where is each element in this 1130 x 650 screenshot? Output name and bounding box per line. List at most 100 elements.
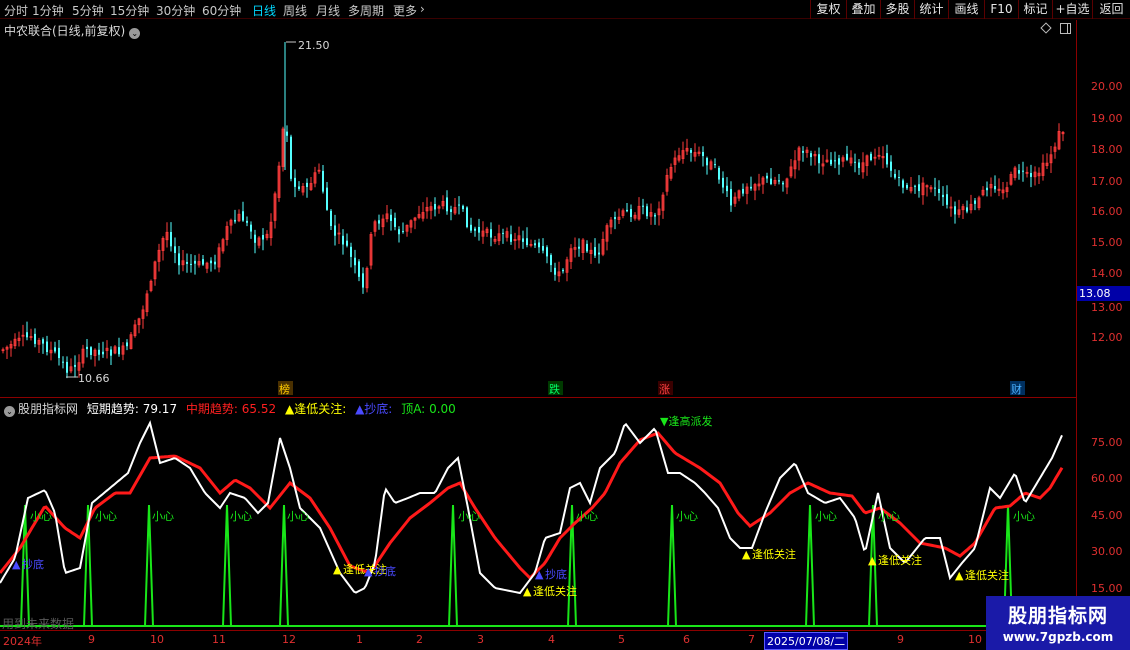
low-focus-marker: ▲ [333, 563, 342, 576]
indicator-legend: ⌄ 股朋指标网 短期趋势: 79.17 中期趋势: 65.52 ▲逢低关注: ▲抄… [4, 400, 461, 417]
bottom-label: ▲抄底: [355, 402, 393, 416]
overlay-button[interactable]: 叠加 [846, 0, 880, 19]
date-tick: 1 [356, 633, 363, 646]
stats-button[interactable]: 统计 [914, 0, 948, 19]
low-focus-signal-label: 逢低关注 [965, 568, 1009, 582]
price-axis: 20.00 19.00 18.00 17.00 16.00 15.00 14.0… [1076, 20, 1130, 630]
price-tick: 16.00 [1091, 205, 1123, 218]
date-tick: 7 [748, 633, 755, 646]
period-tab-weekly[interactable]: 周线 [283, 2, 307, 19]
multi-stock-button[interactable]: 多股 [880, 0, 914, 19]
chevron-down-icon[interactable]: ⌄ [4, 406, 15, 417]
low-focus-label: ▲逢低关注: [284, 402, 347, 416]
date-tick: 2 [416, 633, 423, 646]
candlestick-chart[interactable]: 21.50 10.66 榜 跌 涨 财 [0, 20, 1076, 396]
price-tick: 19.00 [1091, 112, 1123, 125]
date-tick: 9 [897, 633, 904, 646]
site-watermark: 股朋指标网 www.7gpzb.com [986, 596, 1130, 650]
price-chart-panel[interactable]: 中农联合(日线,前复权) ⌄ 21.50 10.66 榜 跌 涨 财 [0, 20, 1076, 396]
date-tick: 2024年 [3, 635, 42, 648]
period-tab-timeshare[interactable]: 分时 [4, 2, 28, 19]
f10-button[interactable]: F10 [984, 0, 1018, 19]
indicator-tick: 75.00 [1091, 436, 1123, 449]
period-tab-multi[interactable]: 多周期 [348, 2, 384, 19]
event-marker-drop: 跌 [549, 382, 560, 396]
watermark-url: www.7gpzb.com [1002, 630, 1114, 644]
bottom-marker: ▲ [12, 558, 21, 571]
price-tick: 14.00 [1091, 267, 1123, 280]
period-tab-daily[interactable]: 日线 [252, 2, 276, 19]
price-tick: 12.00 [1091, 331, 1123, 344]
date-cursor-label: 2025/07/08/二 [764, 632, 849, 650]
short-trend-label: 短期趋势: [86, 402, 139, 416]
date-tick: 6 [683, 633, 690, 646]
indicator-tick: 60.00 [1091, 472, 1123, 485]
back-button[interactable]: 返回 [1092, 0, 1130, 19]
low-focus-signal-label: 逢低关注 [533, 584, 577, 598]
price-tick: 13.00 [1091, 301, 1123, 314]
high-sell-signal-label: ▼逢高派发 [660, 414, 712, 428]
high-price-label: 21.50 [298, 39, 330, 52]
indicator-tick: 30.00 [1091, 545, 1123, 558]
mid-trend-label: 中期趋势: [185, 402, 238, 416]
price-tick: 17.00 [1091, 175, 1123, 188]
event-marker-rank: 榜 [279, 382, 290, 396]
mid-trend-value: 65.52 [241, 402, 277, 416]
caution-signal-label: 小心 [676, 510, 698, 523]
period-tab-30min[interactable]: 30分钟 [156, 2, 195, 19]
low-focus-marker: ▲ [955, 569, 964, 582]
mark-button[interactable]: 标记 [1018, 0, 1052, 19]
low-focus-signal-label: 逢低关注 [878, 553, 922, 567]
indicator-panel[interactable]: 小心 小心 小心 小心 小心 小心 小心 小心 小心 小心 小心 ▲ 逢低关注 ▲ 逢低关注 ▲ 逢低关注 ▲ 逢低… [0, 397, 1076, 630]
low-price-label: 10.66 [78, 372, 110, 385]
caution-signal-label: 小心 [30, 510, 52, 523]
add-watchlist-button[interactable]: +自选 [1052, 0, 1092, 19]
price-tick: 20.00 [1091, 80, 1123, 93]
low-focus-marker: ▲ [523, 585, 532, 598]
caution-signal-label: 小心 [878, 510, 900, 523]
watermark-title: 股朋指标网 [1007, 605, 1108, 627]
period-tab-60min[interactable]: 60分钟 [202, 2, 241, 19]
low-focus-marker: ▲ [868, 554, 877, 567]
caution-signal-label: 小心 [1013, 510, 1035, 523]
indicator-chart[interactable]: 小心 小心 小心 小心 小心 小心 小心 小心 小心 小心 小心▲ 逢低关注▲ 逢低关注 ▲ 逢低关注▲ 逢低… [0, 398, 1076, 631]
caution-signal-label: 小心 [458, 510, 480, 523]
period-toolbar: 分时 1分钟 5分钟 15分钟 30分钟 60分钟 日线 周线 月线 多周期 更… [0, 0, 1130, 19]
adjust-button[interactable]: 复权 [810, 0, 846, 19]
top-label: 顶A: [401, 402, 426, 416]
caution-signal-label: 小心 [287, 510, 309, 523]
caution-signal-label: 小心 [815, 510, 837, 523]
period-tab-more[interactable]: 更多 [393, 2, 417, 19]
date-tick: 5 [618, 633, 625, 646]
caution-signal-label: 小心 [576, 510, 598, 523]
date-tick: 3 [477, 633, 484, 646]
top-value: 0.00 [429, 402, 456, 416]
caution-signal-label: 小心 [95, 510, 117, 523]
date-tick: 10 [968, 633, 982, 646]
date-axis: 2024年 9 10 11 12 1 2 3 4 5 6 7 2025/07/0… [0, 630, 1076, 650]
draw-line-button[interactable]: 画线 [948, 0, 984, 19]
date-tick: 4 [548, 633, 555, 646]
period-tab-1min[interactable]: 1分钟 [32, 2, 64, 19]
period-tab-15min[interactable]: 15分钟 [110, 2, 149, 19]
short-trend-value: 79.17 [142, 402, 178, 416]
date-tick: 10 [150, 633, 164, 646]
indicator-tick: 15.00 [1091, 582, 1123, 595]
bottom-marker: ▲ [364, 565, 373, 578]
date-tick: 12 [282, 633, 296, 646]
period-tab-5min[interactable]: 5分钟 [72, 2, 104, 19]
bottom-signal-label: 抄底 [22, 557, 44, 571]
event-marker-finance: 财 [1011, 382, 1022, 396]
date-tick: 9 [88, 633, 95, 646]
bottom-marker: ▲ [535, 568, 544, 581]
bottom-signal-label: 抄底 [545, 567, 567, 581]
chevron-right-icon[interactable]: › [420, 2, 425, 16]
date-tick: 11 [212, 633, 226, 646]
current-price-tag: 13.08 [1077, 286, 1130, 301]
period-tab-monthly[interactable]: 月线 [316, 2, 340, 19]
low-focus-signal-label: 逢低关注 [752, 547, 796, 561]
caution-signal-label: 小心 [230, 510, 252, 523]
indicator-tick: 45.00 [1091, 509, 1123, 522]
bottom-signal-label: 抄底 [374, 564, 396, 578]
low-focus-marker: ▲ [742, 548, 751, 561]
